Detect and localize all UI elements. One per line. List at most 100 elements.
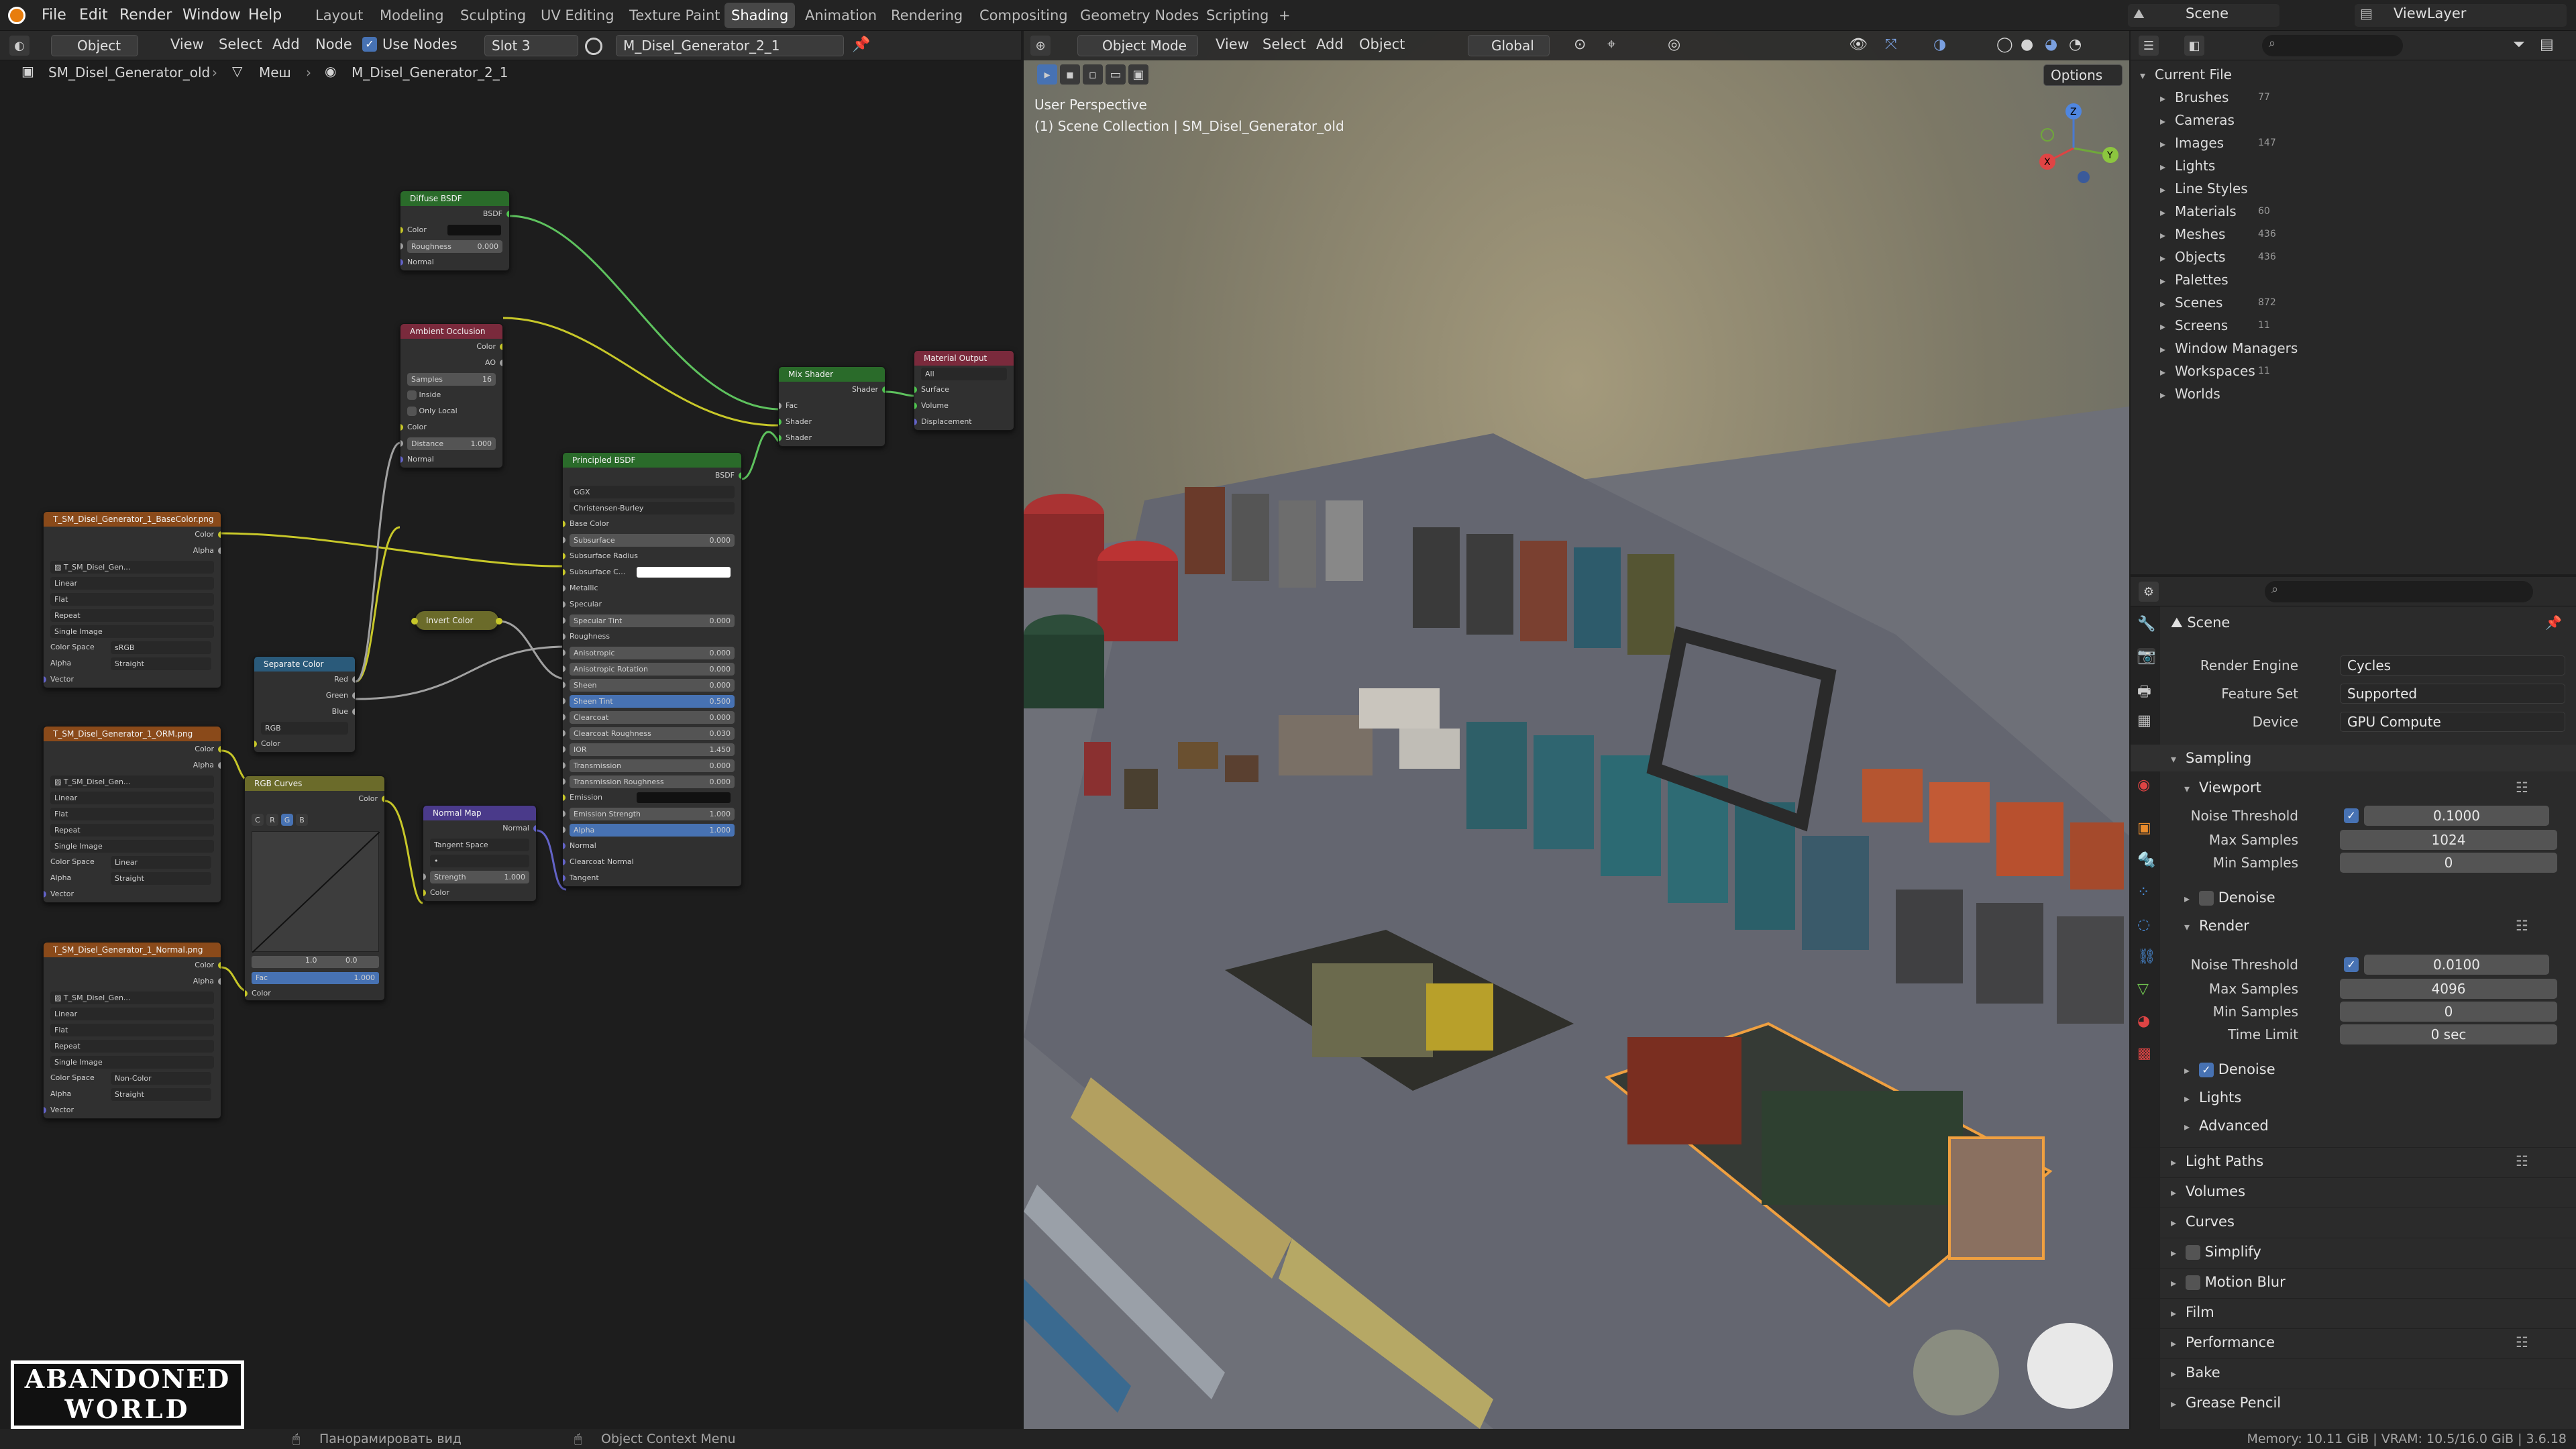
blender-logo-icon[interactable] xyxy=(8,7,25,24)
pivot-icon[interactable]: ⊙ xyxy=(1574,36,1586,53)
socket-in[interactable] xyxy=(563,843,566,849)
strength-field[interactable]: Strength 1.000 xyxy=(430,871,529,883)
proj-dropdown[interactable]: Flat xyxy=(50,808,214,820)
principled-value-field[interactable]: Anisotropic 0.000 xyxy=(570,647,735,659)
menu-render[interactable]: Render xyxy=(119,0,172,31)
gizmo-icon[interactable]: ⤧ xyxy=(1885,36,1897,53)
socket-out[interactable] xyxy=(218,962,221,969)
viewport-noise-threshold-field[interactable]: 0.1000 xyxy=(2364,806,2549,826)
socket-out[interactable] xyxy=(506,211,509,217)
interp-dropdown[interactable]: Linear xyxy=(50,577,214,590)
outliner-root[interactable]: ▾ Current File xyxy=(2131,63,2576,86)
panel-grease-pencil[interactable]: ▸ Grease Pencil xyxy=(2131,1389,2576,1415)
alpha-mode-dropdown[interactable]: Straight xyxy=(111,872,211,885)
tab-sculpting[interactable]: Sculpting xyxy=(453,3,533,28)
socket-in[interactable] xyxy=(563,569,566,576)
node-separate-color[interactable]: Separate Color Red Green Blue RGB Color xyxy=(254,656,356,753)
interp-dropdown[interactable]: Linear xyxy=(50,1008,214,1020)
chevron-down-icon[interactable]: ▾ xyxy=(2140,64,2155,87)
render-engine-dropdown[interactable]: Cycles xyxy=(2340,655,2565,676)
add-workspace-button[interactable]: + xyxy=(1272,3,1297,28)
samples-field[interactable]: Samples 16 xyxy=(407,373,496,386)
image-selector[interactable]: ▨ T_SM_Disel_Gen... xyxy=(50,561,214,574)
socket-in[interactable] xyxy=(563,553,566,559)
socket-in[interactable] xyxy=(563,521,566,527)
new-collection-icon[interactable]: ▤ xyxy=(2540,36,2554,53)
ext-dropdown[interactable]: Repeat xyxy=(50,824,214,837)
subpanel-render-denoise[interactable]: ▸ ✓ Denoise xyxy=(2131,1056,2576,1083)
outliner-item-screens[interactable]: ▸ Screens 11 xyxy=(2131,314,2576,337)
tab-scripting[interactable]: Scripting xyxy=(1199,3,1275,28)
only-local-checkbox[interactable] xyxy=(407,407,417,416)
image-selector[interactable]: ▨ T_SM_Disel_Gen... xyxy=(50,775,214,788)
alpha-mode-dropdown[interactable]: Straight xyxy=(111,1088,211,1101)
channel-b[interactable]: B xyxy=(296,814,308,826)
node-image-texture-normal[interactable]: T_SM_Disel_Generator_1_Normal.png Color Al… xyxy=(43,942,221,1119)
socket-in[interactable] xyxy=(563,585,566,592)
channel-r[interactable]: R xyxy=(266,814,278,826)
list-icon[interactable]: ☷ xyxy=(2516,774,2528,801)
node-diffuse-bsdf[interactable]: Diffuse BSDF BSDF Color Roughness 0.000 N… xyxy=(400,191,510,271)
socket-in[interactable] xyxy=(563,859,566,865)
panel-light-paths[interactable]: ▸ Light Paths ☷ xyxy=(2131,1147,2576,1174)
chevron-right-icon[interactable]: ▸ xyxy=(2160,201,2175,224)
list-icon[interactable]: ☷ xyxy=(2516,1329,2528,1356)
socket-in[interactable] xyxy=(563,746,566,753)
socket-in[interactable] xyxy=(563,762,566,769)
menu-edit[interactable]: Edit xyxy=(79,0,108,31)
list-icon[interactable]: ☷ xyxy=(2516,912,2528,939)
chevron-right-icon[interactable]: ▸ xyxy=(2160,338,2175,361)
material-shading-icon[interactable]: ◕ xyxy=(2045,36,2057,53)
color-space-dropdown[interactable]: Non-Color xyxy=(111,1072,211,1085)
color-space-dropdown[interactable]: sRGB xyxy=(111,641,211,654)
outliner-search-input[interactable]: ⌕ xyxy=(2262,35,2403,56)
target-dropdown[interactable]: All xyxy=(921,368,1007,380)
curve-point-values[interactable]: 1.0 0.0 xyxy=(252,956,379,968)
node-image-texture-orm[interactable]: T_SM_Disel_Generator_1_ORM.png Color Alpha… xyxy=(43,726,221,903)
socket-in[interactable] xyxy=(563,778,566,785)
chevron-right-icon[interactable]: ▸ xyxy=(2160,156,2175,178)
panel-bake[interactable]: ▸ Bake xyxy=(2131,1358,2576,1385)
principled-value-field[interactable]: Transmission 0.000 xyxy=(570,759,735,772)
socket-in[interactable] xyxy=(563,665,566,672)
panel-enable-checkbox[interactable] xyxy=(2186,1275,2200,1290)
outliner[interactable]: ☰ ◧ ⌕ ⏷ ▤ ▾ Current File ▸ Brushes 77 ▸ Camer… xyxy=(2131,31,2576,574)
proportional-edit-icon[interactable]: ◎ xyxy=(1668,36,1680,53)
inside-checkbox[interactable] xyxy=(407,390,417,400)
principled-value-field[interactable]: Alpha 1.000 xyxy=(570,824,735,837)
tab-compositing[interactable]: Compositing xyxy=(973,3,1075,28)
socket-in[interactable] xyxy=(563,714,566,720)
view-layer-selector[interactable]: ▤ ViewLayer xyxy=(2355,4,2567,27)
proj-dropdown[interactable]: Flat xyxy=(50,593,214,606)
panel-film[interactable]: ▸ Film xyxy=(2131,1298,2576,1325)
subpanel-viewport[interactable]: ▾ Viewport ☷ xyxy=(2131,774,2576,801)
tab-animation[interactable]: Animation xyxy=(798,3,883,28)
feature-set-dropdown[interactable]: Supported xyxy=(2340,684,2565,704)
node-material-output[interactable]: Material Output All Surface Volume Displ… xyxy=(914,350,1014,431)
outliner-item-palettes[interactable]: ▸ Palettes xyxy=(2131,268,2576,291)
node-ambient-occlusion[interactable]: Ambient Occlusion Color AO Samples 16 Ins… xyxy=(400,323,503,468)
menu-file[interactable]: File xyxy=(42,0,66,31)
principled-value-field[interactable]: Emission Strength 1.000 xyxy=(570,808,735,820)
outliner-item-workspaces[interactable]: ▸ Workspaces 11 xyxy=(2131,360,2576,382)
socket-in[interactable] xyxy=(563,826,566,833)
options-dropdown[interactable]: Options xyxy=(2043,64,2123,86)
viewport-min-samples-field[interactable]: 0 xyxy=(2340,853,2557,873)
properties-editor[interactable]: ⚙ ⌕ 🔧 📷 🖶 ▦ ⛰ ◉ ▣ 🔩 ⁘ ◌ ⛓ ▽ ◕ ▩ ⛰ Scene … xyxy=(2131,577,2576,1429)
tool-tab-icon[interactable]: 🔧 xyxy=(2137,616,2155,633)
node-principled-bsdf[interactable]: Principled BSDF BSDF GGX Christensen-Bur… xyxy=(562,452,742,887)
uv-map-field[interactable]: • xyxy=(430,855,529,867)
viewport-denoise-checkbox[interactable] xyxy=(2199,891,2214,906)
tab-uv-editing[interactable]: UV Editing xyxy=(534,3,621,28)
socket-in[interactable] xyxy=(44,676,46,683)
tab-modeling[interactable]: Modeling xyxy=(373,3,451,28)
subpanel-render[interactable]: ▾ Render ☷ xyxy=(2131,912,2576,939)
chevron-right-icon[interactable]: ▸ xyxy=(2160,361,2175,384)
socket-in[interactable] xyxy=(563,794,566,801)
socket-in[interactable] xyxy=(563,810,566,817)
ext-dropdown[interactable]: Repeat xyxy=(50,1040,214,1053)
principled-value-field[interactable]: Clearcoat 0.000 xyxy=(570,711,735,724)
display-mode-icon[interactable]: ◧ xyxy=(2184,36,2204,56)
overlays-icon[interactable]: ◑ xyxy=(1933,36,1946,53)
outliner-item-objects[interactable]: ▸ Objects 436 xyxy=(2131,246,2576,268)
